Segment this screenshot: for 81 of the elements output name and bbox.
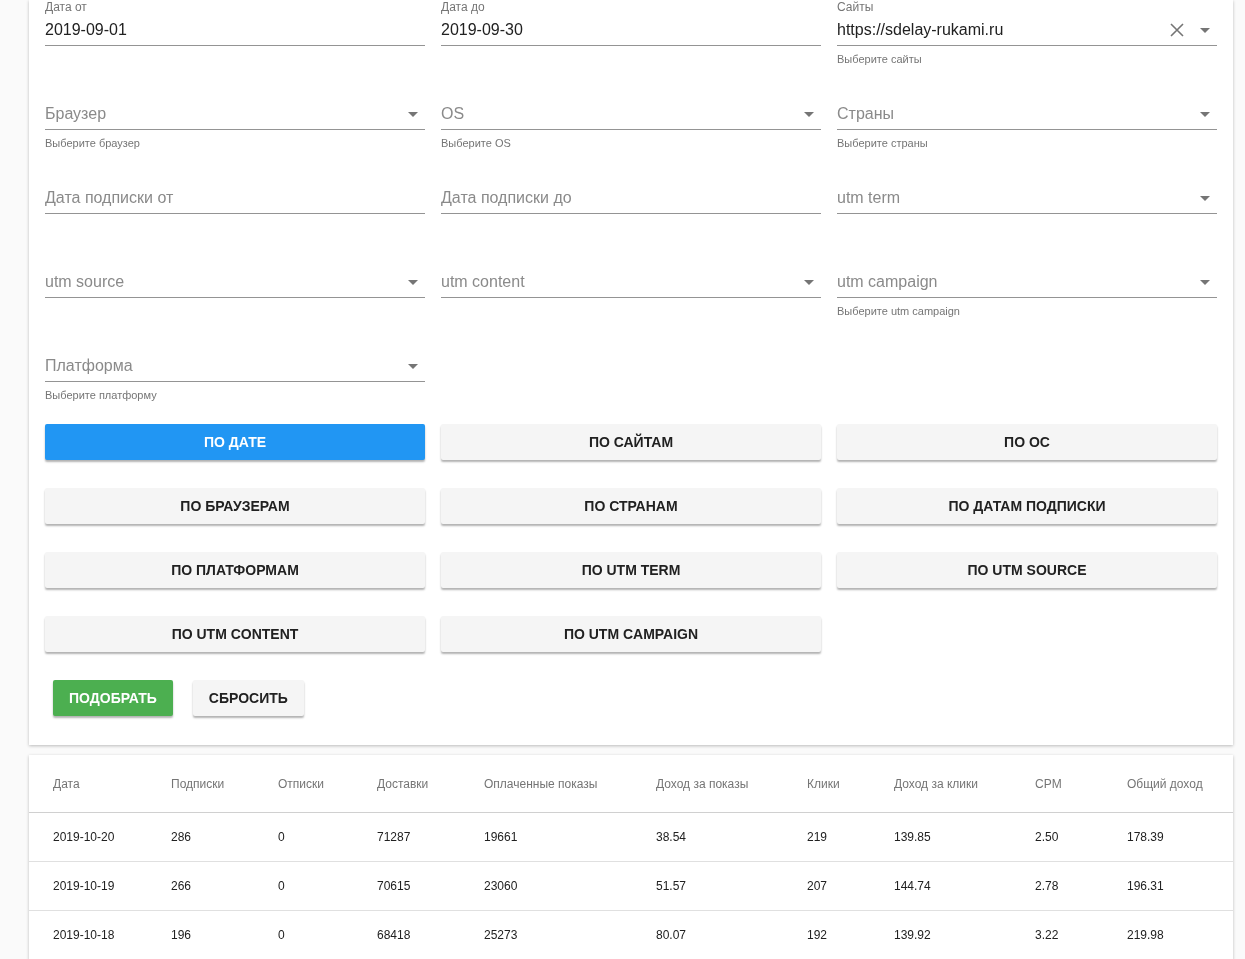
select-field[interactable]: https://sdelay-rukami.ru — [837, 15, 1217, 46]
table-cell: 38.54 — [656, 812, 807, 862]
table-cell: 192 — [807, 910, 894, 959]
group-button[interactable]: ПО UTM TERM — [441, 552, 821, 588]
column-header: Подписки — [171, 755, 278, 813]
field-label: Сайты — [837, 0, 874, 15]
group-button[interactable]: ПО САЙТАМ — [441, 424, 821, 460]
table-cell: 0 — [278, 861, 377, 911]
caret-icon[interactable] — [1200, 279, 1210, 285]
caret-icon[interactable] — [1200, 195, 1210, 201]
select-field[interactable]: Браузер — [45, 99, 425, 130]
table-cell: 144.74 — [894, 861, 1035, 911]
table-cell: 266 — [171, 861, 278, 911]
table-cell: 207 — [807, 861, 894, 911]
column-header: Отписки — [278, 755, 377, 813]
table-cell: 2019-10-20 — [29, 812, 171, 862]
group-button[interactable]: ПО БРАУЗЕРАМ — [45, 488, 425, 524]
select-field[interactable]: Страны — [837, 99, 1217, 130]
caret-icon[interactable] — [804, 111, 814, 117]
table-cell: 178.39 — [1127, 812, 1233, 862]
group-button[interactable]: ПО СТРАНАМ — [441, 488, 821, 524]
table-cell: 3.22 — [1035, 910, 1127, 959]
column-header: Клики — [807, 755, 894, 813]
caret-icon[interactable] — [408, 279, 418, 285]
field-hint: Выберите OS — [441, 137, 512, 149]
column-header: Оплаченные показы — [484, 755, 656, 813]
table-cell: 19661 — [484, 812, 656, 862]
group-button[interactable]: ПО UTM SOURCE — [837, 552, 1217, 588]
select-field[interactable]: utm term — [837, 183, 1217, 214]
table-cell: 25273 — [484, 910, 656, 959]
field-hint: Выберите страны — [837, 137, 929, 149]
caret-icon[interactable] — [804, 279, 814, 285]
caret-icon[interactable] — [408, 363, 418, 369]
column-header: Доставки — [377, 755, 484, 813]
table-cell: 139.92 — [894, 910, 1035, 959]
table-cell: 2.78 — [1035, 861, 1127, 911]
column-header: CPM — [1035, 755, 1127, 813]
column-header: Дата — [29, 755, 171, 813]
table-cell: 219 — [807, 812, 894, 862]
caret-icon[interactable] — [408, 111, 418, 117]
table-cell: 80.07 — [656, 910, 807, 959]
table-cell: 0 — [278, 812, 377, 862]
caret-icon[interactable] — [1200, 27, 1210, 33]
table-cell: 139.85 — [894, 812, 1035, 862]
select-field[interactable]: utm campaign — [837, 267, 1217, 298]
table-cell: 2019-10-18 — [29, 910, 171, 959]
table-cell: 0 — [278, 910, 377, 959]
reset-button[interactable]: СБРОСИТЬ — [192, 680, 304, 716]
table-cell: 196 — [171, 910, 278, 959]
group-button[interactable]: ПО ПЛАТФОРМАМ — [45, 552, 425, 588]
table-cell: 219.98 — [1127, 910, 1233, 959]
table-cell: 286 — [171, 812, 278, 862]
group-button[interactable]: ПО ДАТАМ ПОДПИСКИ — [837, 488, 1217, 524]
group-button[interactable]: ПО UTM CAMPAIGN — [441, 616, 821, 652]
field-label: Дата до — [441, 0, 485, 15]
group-button[interactable]: ПО UTM CONTENT — [45, 616, 425, 652]
table-cell: 71287 — [377, 812, 484, 862]
column-header: Доход за клики — [894, 755, 1035, 813]
input-field[interactable]: Дата подписки до — [441, 183, 821, 214]
table-cell: 2019-10-19 — [29, 861, 171, 911]
select-field[interactable]: OS — [441, 99, 821, 130]
column-header: Доход за показы — [656, 755, 807, 813]
field-label: Дата от — [45, 0, 87, 15]
field-hint: Выберите платформу — [45, 389, 158, 401]
table-cell: 70615 — [377, 861, 484, 911]
select-field[interactable]: utm source — [45, 267, 425, 298]
select-field[interactable]: utm content — [441, 267, 821, 298]
input-field[interactable]: 2019-09-01 — [45, 15, 425, 46]
field-hint: Выберите сайты — [837, 53, 923, 65]
table-cell: 51.57 — [656, 861, 807, 911]
field-hint: Выберите utm campaign — [837, 305, 961, 317]
input-field[interactable]: 2019-09-30 — [441, 15, 821, 46]
group-button[interactable]: ПО ОС — [837, 424, 1217, 460]
close-icon[interactable] — [1170, 23, 1184, 37]
table-cell: 68418 — [377, 910, 484, 959]
field-hint: Выберите браузер — [45, 137, 141, 149]
caret-icon[interactable] — [1200, 111, 1210, 117]
table-cell: 196.31 — [1127, 861, 1233, 911]
column-header: Общий доход — [1127, 755, 1233, 813]
table-cell: 2.50 — [1035, 812, 1127, 862]
table-cell: 23060 — [484, 861, 656, 911]
